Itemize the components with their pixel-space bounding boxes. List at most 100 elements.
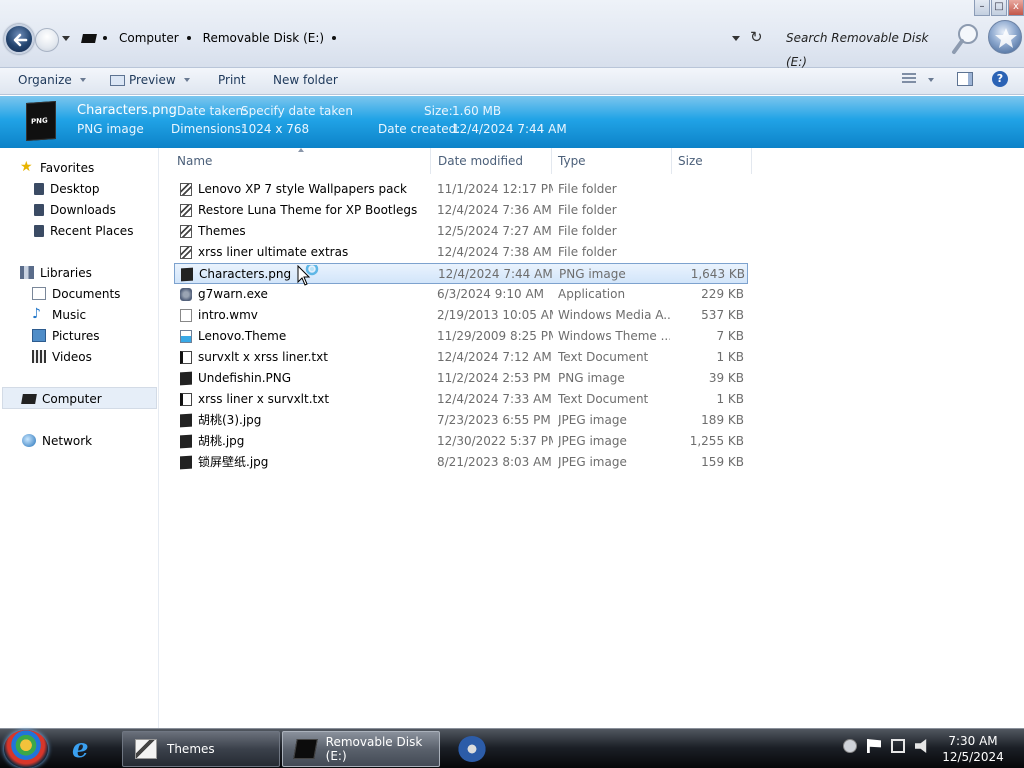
image-file-icon (181, 267, 193, 282)
clock-time: 7:30 AM (948, 734, 998, 748)
file-row[interactable]: xrss liner ultimate extras 12/4/2024 7:38… (174, 242, 748, 263)
nav-computer[interactable]: Computer (21, 389, 102, 408)
file-row[interactable]: Undefishin.PNG 11/2/2024 2:53 PM PNG image… (174, 368, 748, 389)
file-date-modified: 12/30/2022 5:37 PM (437, 434, 553, 448)
status-icon[interactable] (843, 739, 857, 753)
breadcrumb: Computer Removable Disk (E:) (78, 27, 348, 49)
minimize-button[interactable]: – (974, 0, 990, 16)
file-type: Text Document (558, 392, 649, 406)
column-header-date-modified[interactable]: Date modified (434, 148, 552, 174)
file-row[interactable]: 胡桃.jpg 12/30/2022 5:37 PM JPEG image 1,255 … (174, 431, 748, 452)
file-size: 229 KB (701, 287, 744, 301)
file-type: JPEG image (558, 434, 627, 448)
nav-network[interactable]: Network (22, 431, 92, 450)
drive-icon (293, 739, 318, 759)
close-button[interactable]: x (1008, 0, 1024, 16)
file-date-modified: 11/1/2024 12:17 PM (437, 182, 553, 196)
file-type: File folder (558, 182, 617, 196)
preview-button[interactable]: Preview (110, 73, 190, 87)
nav-music[interactable]: ♪ Music (32, 305, 86, 324)
maximize-button[interactable]: □ (991, 0, 1007, 16)
internet-explorer-icon[interactable]: e (72, 735, 102, 763)
sort-arrow-icon (298, 148, 304, 152)
nav-desktop[interactable]: Desktop (34, 179, 100, 198)
file-row-selected[interactable]: Characters.png 12/4/2024 7:44 AM PNG image… (174, 263, 748, 284)
file-type: File folder (558, 224, 617, 238)
volume-muted-icon[interactable] (915, 739, 927, 753)
nav-pictures[interactable]: Pictures (32, 326, 100, 345)
nav-favorites[interactable]: ★ Favorites (20, 158, 94, 177)
date-taken-value[interactable]: Specify date taken (241, 104, 353, 118)
file-list: Name Date modified Type Size Lenovo XP 7… (160, 148, 1024, 728)
file-size: 1,255 KB (689, 434, 744, 448)
breadcrumb-separator[interactable] (103, 36, 107, 40)
file-name: Restore Luna Theme for XP Bootlegs (198, 203, 418, 217)
nav-label: Pictures (52, 328, 100, 343)
file-name: Lenovo XP 7 style Wallpapers pack (198, 182, 407, 196)
downloads-icon (34, 203, 44, 216)
breadcrumb-computer[interactable]: Computer (119, 31, 179, 45)
file-size: 1 KB (716, 350, 744, 364)
file-row[interactable]: Restore Luna Theme for XP Bootlegs 12/4/2… (174, 200, 748, 221)
recent-pages-dropdown[interactable] (62, 36, 70, 41)
file-row[interactable]: 锁屏壁纸.jpg 8/21/2023 8:03 AM JPEG image 159 K… (174, 452, 748, 473)
search-input[interactable]: Search Removable Disk (E:) (786, 26, 944, 69)
file-type: Windows Media A... (558, 308, 670, 322)
back-button[interactable] (4, 24, 34, 54)
file-row[interactable]: 胡桃(3).jpg 7/23/2023 6:55 PM JPEG image 189 … (174, 410, 748, 431)
nav-label: Downloads (50, 202, 116, 217)
start-button[interactable] (4, 730, 48, 768)
file-row[interactable]: survxlt x xrss liner.txt 12/4/2024 7:12 A… (174, 347, 748, 368)
help-icon[interactable]: ? (992, 71, 1008, 87)
change-view-icon[interactable] (902, 73, 916, 85)
breadcrumb-removable-disk[interactable]: Removable Disk (E:) (203, 31, 324, 45)
text-file-icon (180, 351, 192, 364)
breadcrumb-separator[interactable] (186, 36, 191, 40)
refresh-icon[interactable]: ↻ (750, 28, 763, 46)
file-name: Themes (198, 224, 246, 238)
new-folder-button[interactable]: New folder (273, 73, 338, 87)
globe-icon (988, 20, 1022, 54)
nav-libraries[interactable]: Libraries (20, 263, 92, 282)
network-icon (22, 434, 36, 447)
column-header-type[interactable]: Type (554, 148, 672, 174)
taskbar: e Themes Removable Disk (E:) 7:30 AM 12/… (0, 728, 1024, 768)
action-center-flag-icon[interactable] (867, 739, 881, 753)
videos-icon (32, 350, 46, 363)
png-file-icon: PNG (26, 100, 56, 142)
file-row[interactable]: intro.wmv 2/19/2013 10:05 AM Windows Media… (174, 305, 748, 326)
view-options-dropdown[interactable] (928, 78, 934, 82)
nav-videos[interactable]: Videos (32, 347, 92, 366)
forward-button[interactable] (35, 28, 59, 52)
file-name: intro.wmv (198, 308, 258, 322)
search-icon[interactable] (948, 20, 984, 56)
file-row[interactable]: g7warn.exe 6/3/2024 9:10 AM Application 229… (174, 284, 748, 305)
breadcrumb-separator[interactable] (332, 36, 337, 40)
nav-downloads[interactable]: Downloads (34, 200, 116, 219)
address-dropdown[interactable] (732, 36, 740, 41)
application-icon (180, 288, 192, 301)
nav-recent-places[interactable]: Recent Places (34, 221, 133, 240)
file-row[interactable]: Themes 12/5/2024 7:27 AM File folder (174, 221, 748, 242)
file-row[interactable]: xrss liner x survxlt.txt 12/4/2024 7:33 A… (174, 389, 748, 410)
file-row[interactable]: Lenovo.Theme 11/29/2009 8:25 PM Windows Th… (174, 326, 748, 347)
taskbar-button-removable-disk[interactable]: Removable Disk (E:) (282, 731, 440, 767)
size-value: 1.60 MB (452, 104, 502, 118)
nav-documents[interactable]: Documents (32, 284, 120, 303)
file-type: JPEG image (558, 455, 627, 469)
network-tray-icon[interactable] (891, 739, 905, 753)
media-player-icon[interactable] (458, 736, 486, 762)
computer-icon (21, 393, 37, 404)
file-date-modified: 11/29/2009 8:25 PM (437, 329, 553, 343)
file-row[interactable]: Lenovo XP 7 style Wallpapers pack 11/1/20… (174, 179, 748, 200)
column-header-size[interactable]: Size (674, 148, 752, 174)
organize-button[interactable]: Organize (18, 73, 86, 87)
folder-icon (180, 246, 192, 259)
nav-label: Favorites (40, 160, 95, 175)
preview-pane-icon[interactable] (957, 72, 973, 86)
file-size: 1 KB (716, 392, 744, 406)
taskbar-button-themes[interactable]: Themes (122, 731, 280, 767)
print-button[interactable]: Print (218, 73, 246, 87)
clock[interactable]: 7:30 AM 12/5/2024 (936, 733, 1010, 765)
theme-file-icon (180, 330, 192, 343)
